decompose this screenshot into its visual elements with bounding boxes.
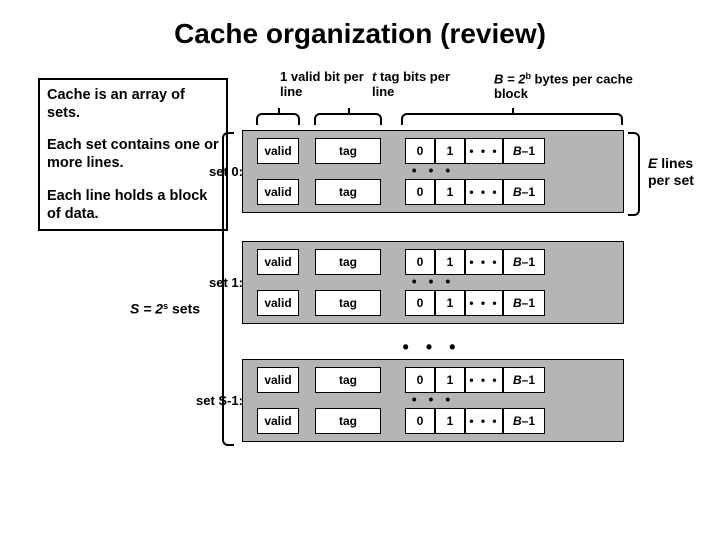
set-1: set 1: valid tag 0 1 • • • B–1 • • • val… [242,241,624,324]
set-last-label: set S-1: [185,394,245,407]
byte-last-cell: B–1 [503,179,545,205]
cache-line: valid tag 0 1 • • • B–1 [243,179,623,205]
set-0-label: set 0: [185,165,245,178]
brace-valid-icon [256,113,300,125]
tag-cell: tag [315,179,381,205]
byte-0-cell: 0 [405,179,435,205]
line-ellipsis: • • • [243,277,623,287]
byte-1-cell: 1 [435,408,465,434]
byte-last-cell: B–1 [503,367,545,393]
cache-line: valid tag 0 1 • • • B–1 [243,249,623,275]
valid-cell: valid [257,290,299,316]
byte-ellipsis-cell: • • • [465,290,503,316]
byte-ellipsis-cell: • • • [465,179,503,205]
byte-ellipsis-cell: • • • [465,138,503,164]
s-sets-label: S = 2s sets [130,300,200,317]
set-0: set 0: valid tag 0 1 • • • B–1 • • • val… [242,130,624,213]
set-last: set S-1: valid tag 0 1 • • • B–1 • • • v… [242,359,624,442]
valid-cell: valid [257,408,299,434]
set-1-label: set 1: [185,276,245,289]
page-title: Cache organization (review) [0,0,720,50]
brace-tag-icon [314,113,382,125]
byte-0-cell: 0 [405,290,435,316]
byte-ellipsis-cell: • • • [465,249,503,275]
byte-0-cell: 0 [405,367,435,393]
byte-0-cell: 0 [405,249,435,275]
byte-ellipsis-cell: • • • [465,367,503,393]
tag-cell: tag [315,290,381,316]
e-lines-label: E lines per set [648,155,718,189]
sets-ellipsis: • • • [242,338,622,356]
sets-area: set 0: valid tag 0 1 • • • B–1 • • • val… [242,130,622,470]
byte-ellipsis-cell: • • • [465,408,503,434]
byte-1-cell: 1 [435,367,465,393]
brace-lines-icon [628,132,640,216]
cache-line: valid tag 0 1 • • • B–1 [243,138,623,164]
desc-line-3: Each line holds a block of data. [47,187,219,223]
byte-0-cell: 0 [405,408,435,434]
tag-cell: tag [315,138,381,164]
byte-1-cell: 1 [435,138,465,164]
header-valid-bit: 1 valid bit per line [280,70,375,100]
byte-1-cell: 1 [435,249,465,275]
byte-last-cell: B–1 [503,249,545,275]
byte-last-cell: B–1 [503,408,545,434]
tag-cell: tag [315,367,381,393]
byte-last-cell: B–1 [503,290,545,316]
valid-cell: valid [257,179,299,205]
header-block-bytes: B = 2b bytes per cache block [494,70,644,102]
valid-cell: valid [257,367,299,393]
byte-0-cell: 0 [405,138,435,164]
brace-sets-icon [222,132,234,446]
desc-line-1: Cache is an array of sets. [47,86,219,122]
description-box: Cache is an array of sets. Each set cont… [38,78,228,231]
valid-cell: valid [257,138,299,164]
line-ellipsis: • • • [243,166,623,176]
byte-last-cell: B–1 [503,138,545,164]
cache-line: valid tag 0 1 • • • B–1 [243,408,623,434]
line-ellipsis: • • • [243,395,623,405]
tag-cell: tag [315,408,381,434]
byte-1-cell: 1 [435,290,465,316]
brace-block-icon [401,113,623,125]
byte-1-cell: 1 [435,179,465,205]
cache-line: valid tag 0 1 • • • B–1 [243,367,623,393]
header-tag-bits: t tag bits per line [372,70,452,100]
tag-cell: tag [315,249,381,275]
cache-line: valid tag 0 1 • • • B–1 [243,290,623,316]
valid-cell: valid [257,249,299,275]
